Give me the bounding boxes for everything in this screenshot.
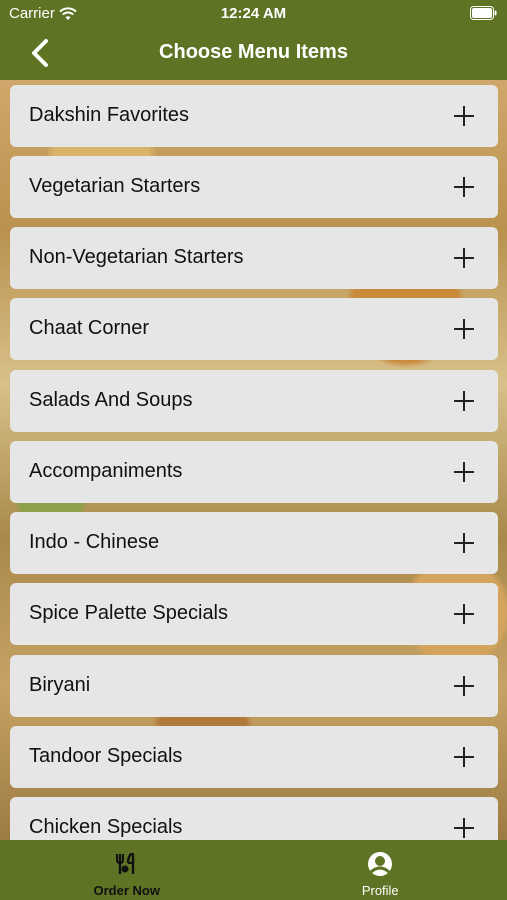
plus-icon[interactable] — [454, 319, 474, 339]
plus-icon[interactable] — [454, 818, 474, 838]
navigation-bar: Choose Menu Items — [0, 30, 507, 76]
menu-category-chicken-specials[interactable]: Chicken Specials — [10, 797, 498, 840]
battery-icon — [470, 6, 497, 20]
menu-category-label: Spice Palette Specials — [29, 602, 229, 624]
menu-category-label: Tandoor Specials — [29, 745, 183, 767]
plus-icon[interactable] — [454, 747, 474, 767]
plus-icon[interactable] — [454, 106, 474, 126]
menu-category-spice-palette-specials[interactable]: Spice Palette Specials — [10, 583, 498, 645]
menu-category-label: Chicken Specials — [29, 816, 183, 838]
top-bar: Carrier 12:24 AM Choose Menu Items — [0, 0, 507, 80]
menu-category-label: Indo - Chinese — [29, 531, 160, 553]
tab-label: Profile — [361, 883, 399, 898]
plus-icon[interactable] — [454, 604, 474, 624]
menu-category-tandoor-specials[interactable]: Tandoor Specials — [10, 726, 498, 788]
plus-icon[interactable] — [454, 391, 474, 411]
menu-category-label: Vegetarian Starters — [29, 175, 201, 197]
menu-category-label: Dakshin Favorites — [29, 104, 190, 126]
menu-category-accompaniments[interactable]: Accompaniments — [10, 441, 498, 503]
menu-category-non-vegetarian-starters[interactable]: Non-Vegetarian Starters — [10, 227, 498, 289]
plus-icon[interactable] — [454, 177, 474, 197]
menu-category-label: Chaat Corner — [29, 317, 150, 339]
menu-category-label: Accompaniments — [29, 460, 183, 482]
page-title: Choose Menu Items — [159, 41, 348, 63]
status-bar: Carrier 12:24 AM — [0, 0, 507, 28]
menu-category-dakshin-favorites[interactable]: Dakshin Favorites — [10, 85, 498, 147]
plus-icon[interactable] — [454, 676, 474, 696]
menu-category-indo-chinese[interactable]: Indo - Chinese — [10, 512, 498, 574]
menu-category-list[interactable]: Dakshin Favorites Vegetarian Starters No… — [0, 80, 507, 840]
tab-profile[interactable]: Profile — [254, 840, 507, 900]
menu-category-label: Salads And Soups — [29, 389, 193, 411]
menu-category-vegetarian-starters[interactable]: Vegetarian Starters — [10, 156, 498, 218]
tab-order-now[interactable]: Order Now — [0, 840, 254, 900]
plus-icon[interactable] — [454, 533, 474, 553]
plus-icon[interactable] — [454, 248, 474, 268]
fork-knife-icon — [115, 851, 139, 877]
menu-category-salads-and-soups[interactable]: Salads And Soups — [10, 370, 498, 432]
plus-icon[interactable] — [454, 462, 474, 482]
status-time: 12:24 AM — [220, 5, 287, 22]
menu-category-chaat-corner[interactable]: Chaat Corner — [10, 298, 498, 360]
menu-category-label: Non-Vegetarian Starters — [29, 246, 244, 268]
person-icon — [367, 851, 393, 877]
tab-bar: Order Now Profile — [0, 840, 507, 900]
menu-category-label: Biryani — [29, 674, 91, 696]
tab-label: Order Now — [93, 883, 160, 898]
menu-category-biryani[interactable]: Biryani — [10, 655, 498, 717]
